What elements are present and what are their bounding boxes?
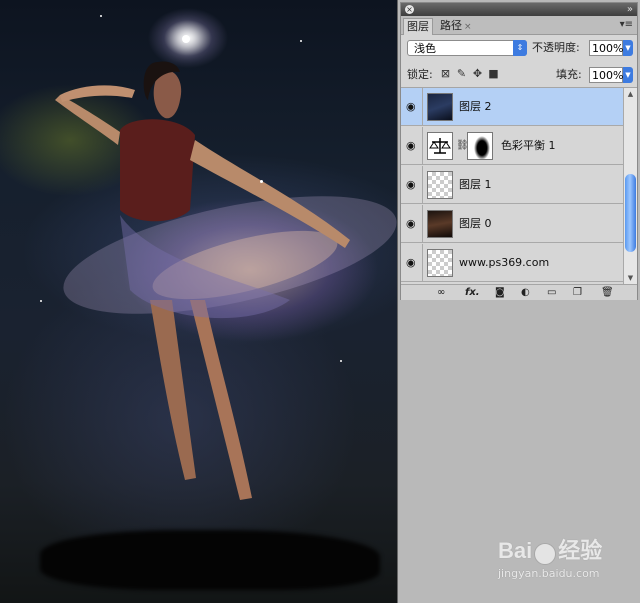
panel-titlebar[interactable]: × » — [401, 3, 637, 16]
bright-star — [182, 35, 190, 43]
artwork-figure — [55, 61, 397, 500]
tab-layers[interactable]: 图层 — [403, 18, 433, 35]
adjustment-icon[interactable]: ◐ — [521, 286, 530, 299]
balance-scale-icon — [427, 132, 453, 160]
eye-icon[interactable]: ◉ — [406, 218, 416, 230]
select-arrows-icon[interactable]: ⇕ — [513, 40, 527, 56]
layer-row[interactable]: ◉ 图层 1 — [401, 166, 623, 204]
star — [300, 40, 302, 42]
watermark-logo-text: Bai — [498, 538, 533, 563]
trash-icon[interactable]: 🗑 — [601, 286, 614, 299]
scroll-down-icon[interactable]: ▼ — [624, 272, 637, 284]
scroll-thumb[interactable] — [625, 174, 636, 252]
watermark-logo-suffix: 经验 — [558, 538, 603, 563]
lock-transparent-icon[interactable]: ⊠ — [439, 67, 452, 80]
tab-layers-label: 图层 — [407, 20, 429, 33]
lock-all-icon[interactable]: ■ — [487, 67, 500, 80]
layer-thumbnail — [427, 210, 453, 238]
lock-move-icon[interactable]: ✥ — [471, 67, 484, 80]
layer-row[interactable]: ◉ ⛓ 色彩平衡 1 — [401, 127, 623, 165]
new-layer-icon[interactable]: ❐ — [573, 286, 582, 299]
opacity-field[interactable]: 100% — [589, 40, 623, 56]
layers-panel: × » 图层 路径× ▾≡ 浅色 ⇕ 不透明度: 100% ▼ 锁定: ⊠ ✎ — [400, 2, 638, 300]
panel-menu-icon[interactable]: ▾≡ — [620, 19, 633, 30]
lock-brush-icon[interactable]: ✎ — [455, 67, 468, 80]
close-icon[interactable]: × — [405, 5, 414, 14]
collapse-icon[interactable]: » — [627, 3, 633, 16]
star — [340, 360, 342, 362]
layers-list: ◉ 图层 2 ◉ ⛓ 色彩平衡 1 ◉ 图层 1 ◉ 图层 0 ◉ www.ps… — [401, 88, 623, 284]
lock-label: 锁定: — [407, 68, 433, 81]
panel-dock: × » 图层 路径× ▾≡ 浅色 ⇕ 不透明度: 100% ▼ 锁定: ⊠ ✎ — [397, 0, 640, 603]
layer-name[interactable]: 色彩平衡 1 — [501, 138, 556, 154]
layers-scrollbar[interactable]: ▲ ▼ — [623, 88, 637, 284]
layer-name[interactable]: 图层 2 — [459, 99, 492, 115]
eye-icon[interactable]: ◉ — [406, 257, 416, 269]
layer-name[interactable]: 图层 1 — [459, 177, 492, 193]
layer-thumbnail — [427, 171, 453, 199]
visibility-toggle[interactable]: ◉ — [401, 166, 423, 204]
visibility-toggle[interactable]: ◉ — [401, 88, 423, 126]
watermark-url: jingyan.baidu.com — [498, 567, 600, 580]
mask-icon[interactable]: ◙ — [495, 286, 505, 299]
layer-name[interactable]: www.ps369.com — [459, 255, 549, 271]
layer-thumbnail — [427, 249, 453, 277]
layer-row[interactable]: ◉ www.ps369.com — [401, 244, 623, 282]
fx-icon[interactable]: fx. — [465, 286, 480, 299]
eye-icon[interactable]: ◉ — [406, 179, 416, 191]
eye-icon[interactable]: ◉ — [406, 140, 416, 152]
layer-name[interactable]: 图层 0 — [459, 216, 492, 232]
opacity-label: 不透明度: — [532, 41, 580, 54]
fill-label: 填充: — [556, 68, 582, 81]
blend-mode-value: 浅色 — [414, 42, 436, 55]
opacity-dropdown-icon[interactable]: ▼ — [623, 40, 633, 56]
star — [100, 15, 102, 17]
layer-mask-thumbnail[interactable] — [467, 132, 493, 160]
star — [40, 300, 42, 302]
visibility-toggle[interactable]: ◉ — [401, 127, 423, 165]
eye-icon[interactable]: ◉ — [406, 101, 416, 113]
layer-row[interactable]: ◉ 图层 2 — [401, 88, 623, 126]
scroll-up-icon[interactable]: ▲ — [624, 88, 637, 100]
lock-fill-row: 锁定: ⊠ ✎ ✥ ■ 填充: 100% ▼ — [401, 63, 637, 88]
document-canvas[interactable] — [0, 0, 397, 603]
fill-field[interactable]: 100% — [589, 67, 623, 83]
fill-dropdown-icon[interactable]: ▼ — [623, 67, 633, 83]
tab-close-icon[interactable]: × — [464, 22, 472, 32]
dark-ground-shadow — [40, 530, 380, 590]
link-icon[interactable]: ∞ — [437, 286, 445, 299]
layers-bottom-toolbar: ∞ fx. ◙ ◐ ▭ ❐ 🗑 — [401, 284, 637, 300]
tab-paths[interactable]: 路径 × — [437, 18, 475, 34]
panel-tabs: 图层 路径 × ▾≡ — [401, 16, 637, 35]
visibility-toggle[interactable]: ◉ — [401, 205, 423, 243]
paw-icon — [534, 542, 557, 565]
visibility-toggle[interactable]: ◉ — [401, 244, 423, 282]
baidu-watermark: Bai 经验 jingyan.baidu.com — [498, 533, 602, 580]
layer-row[interactable]: ◉ 图层 0 — [401, 205, 623, 243]
blend-opacity-row: 浅色 ⇕ 不透明度: 100% ▼ — [401, 36, 637, 62]
folder-icon[interactable]: ▭ — [547, 286, 556, 299]
blend-mode-select[interactable]: 浅色 ⇕ — [407, 40, 527, 56]
layer-thumbnail — [427, 93, 453, 121]
tab-paths-label: 路径 — [440, 19, 462, 32]
star — [260, 180, 263, 183]
